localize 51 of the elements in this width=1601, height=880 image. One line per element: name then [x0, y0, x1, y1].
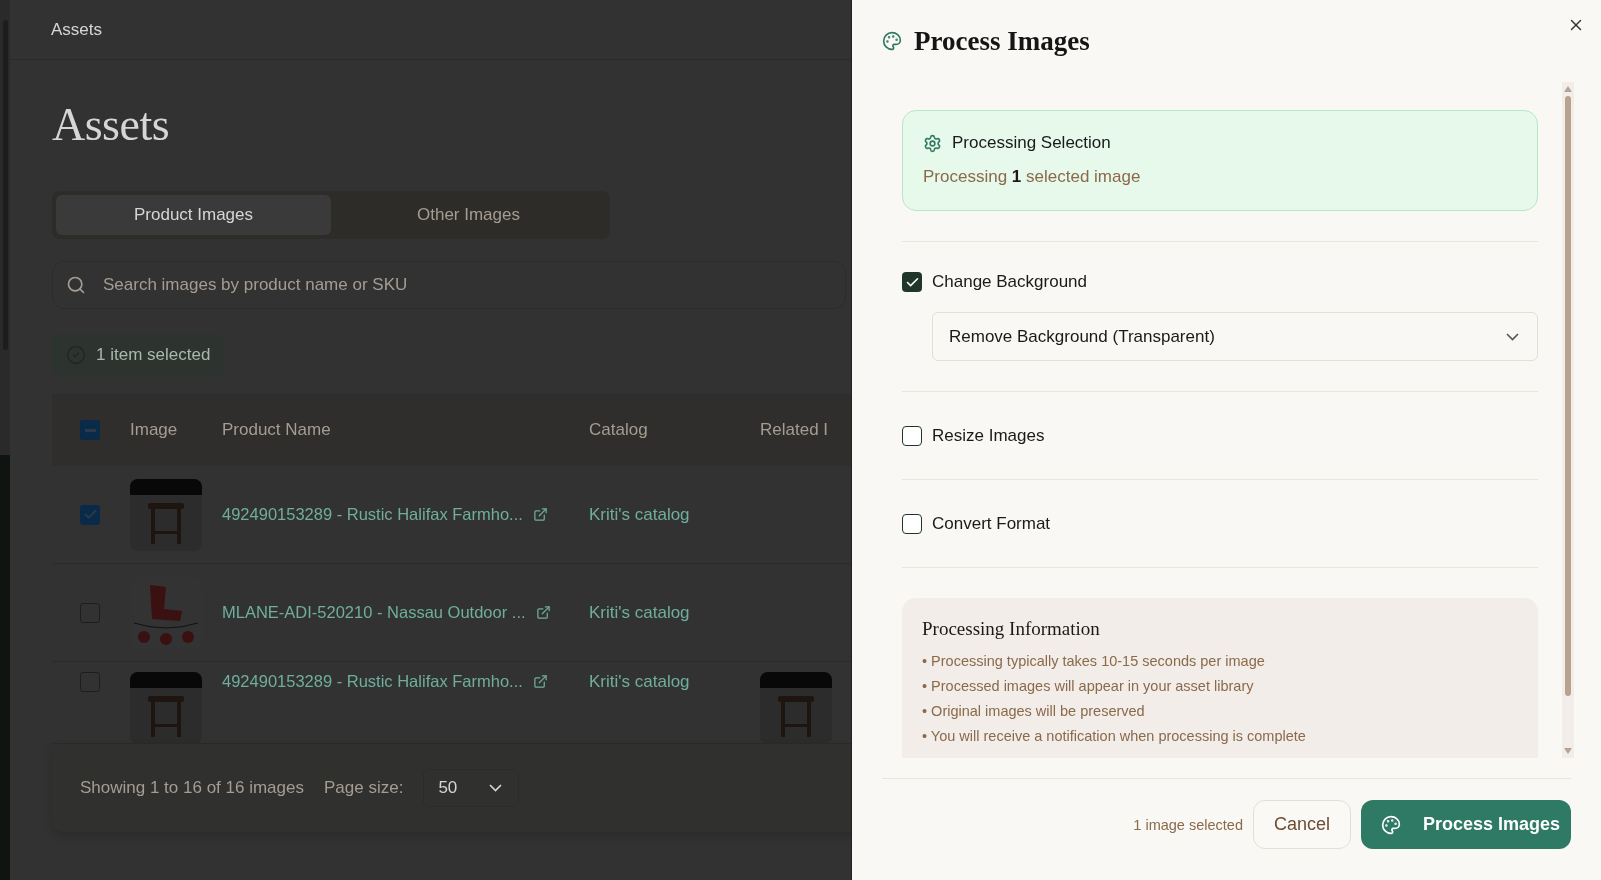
external-link-icon[interactable] — [535, 605, 551, 620]
minus-icon — [84, 428, 96, 432]
product-link[interactable]: 492490153289 - Rustic Halifax Farmho... — [222, 672, 523, 691]
external-link-icon[interactable] — [532, 674, 548, 689]
info-item: • Processed images will appear in your asset library — [922, 677, 1255, 696]
catalog-link[interactable]: Kriti's catalog — [589, 672, 760, 692]
info-title: Processing Information — [922, 618, 1101, 640]
palette-icon — [1381, 814, 1401, 835]
selection-text: Processing 1 selected image — [923, 167, 1142, 187]
cancel-button[interactable]: Cancel — [1252, 800, 1351, 849]
external-link-icon[interactable] — [532, 507, 548, 522]
tab[interactable]: Product Images — [56, 195, 331, 235]
tab[interactable]: Other Images — [331, 195, 606, 235]
background-select[interactable]: Remove Background (Transparent) — [932, 312, 1538, 362]
search-field[interactable]: Search images by product name or SKU — [52, 261, 846, 309]
process-images-button[interactable]: Process Images — [1361, 800, 1571, 849]
catalog-link[interactable]: Kriti's catalog — [589, 504, 760, 525]
catalog-link[interactable]: Kriti's catalog — [589, 602, 760, 623]
panel-title: Process Images — [914, 25, 1090, 57]
option-checkbox[interactable] — [902, 426, 922, 446]
product-link[interactable]: MLANE-ADI-520210 - Nassau Outdoor ... — [222, 603, 526, 622]
results-summary: Showing 1 to 16 of 16 images — [80, 778, 304, 798]
option-checkbox[interactable] — [902, 514, 922, 534]
chevron-down-icon — [1506, 332, 1519, 341]
option-label: Change Background — [932, 272, 1087, 293]
settings-icon — [923, 133, 942, 153]
column-header: Product Name — [222, 420, 332, 440]
option-checkbox[interactable] — [902, 272, 922, 293]
column-header: Catalog — [589, 420, 649, 440]
selection-title: Processing Selection — [952, 133, 1111, 153]
page-size-label: Page size: — [324, 778, 404, 798]
page-title: Assets — [51, 19, 103, 40]
info-item: • Original images will be preserved — [922, 702, 1146, 721]
scrollbar[interactable] — [1562, 82, 1574, 758]
info-item: • You will receive a notification when processing is complete — [922, 727, 1307, 746]
product-link[interactable]: 492490153289 - Rustic Halifax Farmho... — [222, 505, 523, 524]
info-item: • Processing typically takes 10-15 seconds per image — [922, 652, 1266, 671]
row-checkbox[interactable] — [80, 504, 100, 525]
select-all-checkbox[interactable] — [80, 420, 100, 440]
column-header: Image — [130, 420, 179, 440]
page-size-select[interactable]: 50 — [423, 769, 520, 807]
search-icon — [66, 275, 86, 295]
chevron-down-icon — [489, 784, 503, 792]
page-heading: Assets — [52, 98, 171, 151]
selected-count: 1 image selected — [1133, 816, 1243, 833]
palette-icon — [882, 31, 902, 51]
column-header: Related I — [760, 420, 830, 440]
selection-count: 1 item selected — [96, 345, 211, 365]
option-label: Convert Format — [932, 514, 1051, 534]
check-icon — [82, 507, 98, 522]
option-label: Resize Images — [932, 426, 1045, 446]
